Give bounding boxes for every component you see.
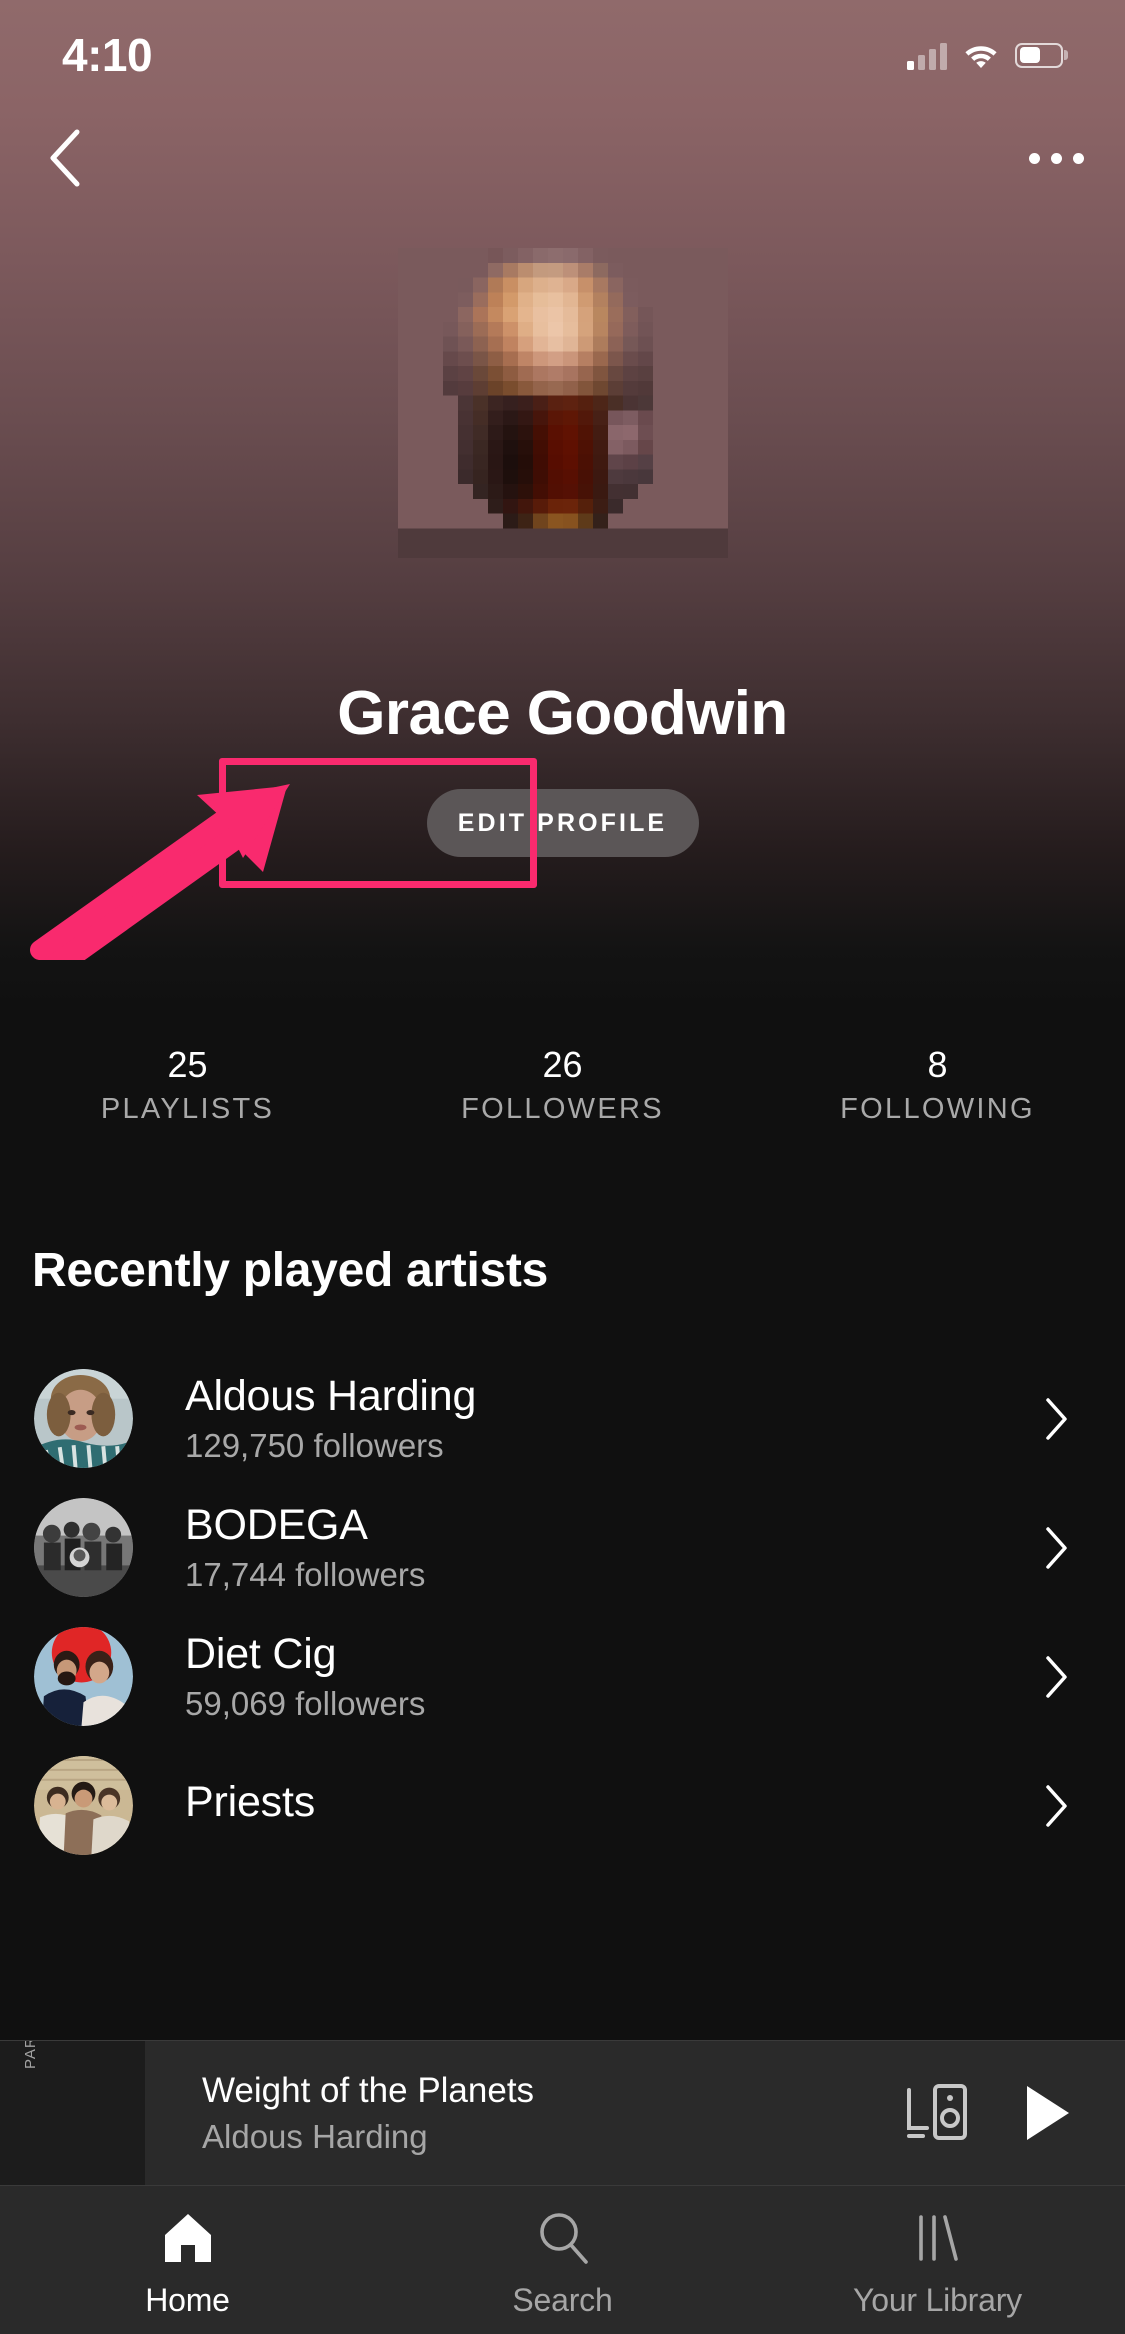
artist-name: Diet Cig bbox=[185, 1630, 337, 1679]
chevron-right-icon bbox=[1037, 1397, 1077, 1441]
recently-played-artists-list: Aldous Harding 129,750 followers BODEGA … bbox=[0, 1354, 1125, 1870]
now-playing-album-art[interactable]: PARTY bbox=[0, 2040, 145, 2186]
artist-info: Priests bbox=[185, 1778, 1037, 1832]
status-indicators bbox=[907, 40, 1063, 70]
artist-photo-aldous-harding bbox=[34, 1369, 133, 1468]
list-item[interactable]: BODEGA 17,744 followers bbox=[0, 1483, 1125, 1612]
back-button[interactable] bbox=[24, 118, 104, 198]
more-options-button[interactable] bbox=[1011, 118, 1101, 198]
artist-avatar bbox=[34, 1498, 133, 1597]
status-bar: 4:10 bbox=[0, 0, 1125, 110]
library-icon bbox=[909, 2207, 967, 2269]
artist-avatar bbox=[34, 1627, 133, 1726]
avatar[interactable] bbox=[397, 248, 728, 558]
tab-your-library[interactable]: Your Library bbox=[750, 2186, 1125, 2334]
stat-followers[interactable]: 26 FOLLOWERS bbox=[375, 1046, 750, 1126]
section-title-recently-played: Recently played artists bbox=[32, 1244, 548, 1297]
tab-label: Your Library bbox=[853, 2282, 1022, 2318]
more-options-icon bbox=[1050, 152, 1062, 164]
stat-label: FOLLOWERS bbox=[461, 1092, 664, 1125]
now-playing-info: Weight of the Planets Aldous Harding bbox=[202, 2070, 905, 2156]
stat-value: 8 bbox=[927, 1044, 948, 1085]
more-options-icon bbox=[1072, 152, 1084, 164]
artist-followers: 17,744 followers bbox=[185, 1555, 426, 1593]
connect-to-device-icon bbox=[907, 2084, 967, 2140]
search-icon bbox=[534, 2207, 592, 2269]
artist-info: Diet Cig 59,069 followers bbox=[185, 1630, 1037, 1722]
now-playing-bar[interactable]: PARTY Weight of the Planets Aldous Hardi… bbox=[0, 2040, 1125, 2186]
artist-name: Priests bbox=[185, 1778, 316, 1827]
tab-search[interactable]: Search bbox=[375, 2186, 750, 2334]
profile-stats: 25 PLAYLISTS 26 FOLLOWERS 8 FOLLOWING bbox=[0, 1046, 1125, 1126]
stat-playlists[interactable]: 25 PLAYLISTS bbox=[0, 1046, 375, 1126]
chevron-right-icon bbox=[1037, 1655, 1077, 1699]
artist-avatar bbox=[34, 1756, 133, 1855]
artist-photo-priests bbox=[34, 1756, 133, 1855]
artist-name: Aldous Harding bbox=[185, 1372, 477, 1421]
stat-value: 26 bbox=[542, 1044, 583, 1085]
list-item[interactable]: Aldous Harding 129,750 followers bbox=[0, 1354, 1125, 1483]
play-icon bbox=[1027, 2086, 1069, 2140]
chevron-right-icon bbox=[1037, 1526, 1077, 1570]
bottom-tab-bar: Home Search Your Library bbox=[0, 2185, 1125, 2334]
more-options-icon bbox=[1028, 152, 1040, 164]
app-screen: 4:10 Grace Goodwin EDIT PROFILE 25 PLAYL… bbox=[0, 0, 1125, 2334]
stat-value: 25 bbox=[167, 1044, 208, 1085]
navigation-bar bbox=[0, 110, 1125, 200]
artist-name: BODEGA bbox=[185, 1501, 368, 1550]
edit-profile-button[interactable]: EDIT PROFILE bbox=[426, 789, 699, 857]
stat-following[interactable]: 8 FOLLOWING bbox=[750, 1046, 1125, 1126]
artist-followers: 129,750 followers bbox=[185, 1426, 444, 1464]
stat-label: FOLLOWING bbox=[840, 1092, 1035, 1125]
chevron-left-icon bbox=[50, 129, 80, 187]
tab-label: Search bbox=[512, 2282, 613, 2318]
tab-label: Home bbox=[145, 2282, 230, 2318]
stat-label: PLAYLISTS bbox=[100, 1092, 275, 1125]
artist-info: Aldous Harding 129,750 followers bbox=[185, 1372, 1037, 1464]
artist-info: BODEGA 17,744 followers bbox=[185, 1501, 1037, 1593]
artist-avatar bbox=[34, 1369, 133, 1468]
play-button[interactable] bbox=[1021, 2083, 1073, 2143]
album-art-text: PARTY bbox=[22, 2040, 39, 2069]
artist-followers: 59,069 followers bbox=[185, 1684, 426, 1722]
tab-home[interactable]: Home bbox=[0, 2186, 375, 2334]
edit-profile-label: EDIT PROFILE bbox=[457, 808, 668, 837]
artist-photo-diet-cig bbox=[34, 1627, 133, 1726]
cellular-signal-icon bbox=[907, 40, 947, 70]
list-item[interactable]: Diet Cig 59,069 followers bbox=[0, 1612, 1125, 1741]
profile-avatar-pixelated bbox=[397, 248, 728, 558]
now-playing-artist: Aldous Harding bbox=[202, 2118, 428, 2155]
home-icon bbox=[159, 2207, 217, 2269]
wifi-icon bbox=[963, 41, 999, 69]
list-item[interactable]: Priests bbox=[0, 1741, 1125, 1870]
battery-icon bbox=[1015, 42, 1063, 68]
now-playing-track-title: Weight of the Planets bbox=[202, 2071, 535, 2110]
scrollable-content[interactable]: 4:10 Grace Goodwin EDIT PROFILE 25 PLAYL… bbox=[0, 0, 1125, 2042]
chevron-right-icon bbox=[1037, 1784, 1077, 1828]
connect-to-device-button[interactable] bbox=[905, 2082, 969, 2144]
status-time: 4:10 bbox=[62, 29, 153, 81]
artist-photo-bodega bbox=[34, 1498, 133, 1597]
page-title: Grace Goodwin bbox=[337, 679, 788, 748]
